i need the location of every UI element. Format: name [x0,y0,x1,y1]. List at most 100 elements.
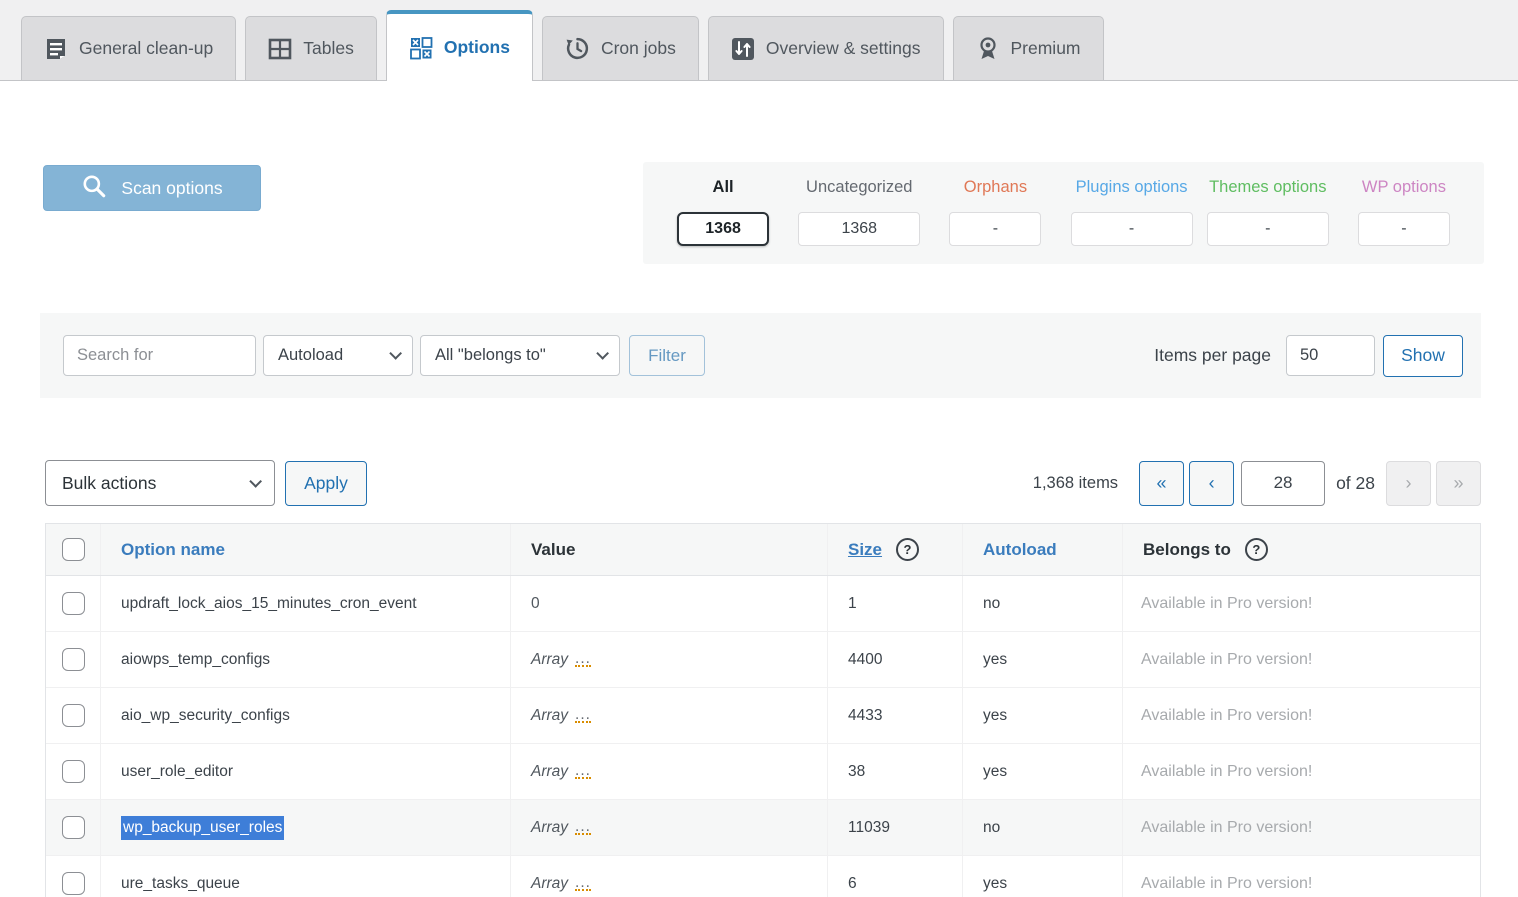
value-cell: Array... [511,856,828,897]
header-autoload[interactable]: Autoload [963,524,1123,575]
table-row: user_role_editor Array... 38 yes Availab… [46,744,1480,800]
next-page-button[interactable]: › [1386,461,1431,506]
size-cell: 6 [828,856,963,897]
category-label[interactable]: Orphans [964,178,1027,197]
row-checkbox[interactable] [62,816,85,839]
show-button[interactable]: Show [1383,335,1463,377]
autoload-cell: yes [963,744,1123,799]
category-count-orphans[interactable]: - [949,212,1041,246]
expand-value-link[interactable]: ... [575,709,591,723]
category-count-all[interactable]: 1368 [677,212,769,246]
size-cell: 4433 [828,688,963,743]
category-count-uncategorized[interactable]: 1368 [798,212,920,246]
row-checkbox-cell [46,576,101,631]
table-row: aio_wp_security_configs Array... 4433 ye… [46,688,1480,744]
first-page-button[interactable]: « [1139,461,1184,506]
bulk-actions-bar: Bulk actions Apply 1,368 items « ‹ 28 of… [45,459,1481,507]
option-name: updraft_lock_aios_15_minutes_cron_event [121,595,417,613]
value-cell: Array... [511,632,828,687]
tab-label: Overview & settings [766,38,921,59]
tab-label: Tables [303,38,354,59]
value-cell: Array... [511,800,828,855]
row-checkbox-cell [46,856,101,897]
chevron-down-icon [249,475,262,488]
value-cell: Array... [511,688,828,743]
option-name-cell: user_role_editor [101,744,511,799]
row-checkbox[interactable] [62,704,85,727]
option-value: Array [531,707,568,725]
category-count-plugins[interactable]: - [1071,212,1193,246]
filter-button[interactable]: Filter [629,335,705,376]
tab-premium[interactable]: Premium [953,16,1104,80]
tab-options[interactable]: Options [386,10,533,81]
apply-button[interactable]: Apply [285,461,367,506]
tab-bar: General clean-up Tables Options Cron job… [0,0,1518,81]
select-all-checkbox[interactable] [62,538,85,561]
expand-value-link[interactable]: ... [575,821,591,835]
option-value: Array [531,875,568,893]
category-count-wp[interactable]: - [1358,212,1450,246]
last-page-button[interactable]: » [1436,461,1481,506]
bulk-actions-select[interactable]: Bulk actions [45,460,275,506]
value-cell: Array... [511,744,828,799]
category-label[interactable]: Plugins options [1076,178,1188,197]
category-label[interactable]: WP options [1362,178,1446,197]
table-row: wp_backup_user_roles Array... 11039 no A… [46,800,1480,856]
row-checkbox[interactable] [62,872,85,895]
autoload-cell: yes [963,856,1123,897]
category-label[interactable]: Uncategorized [806,178,912,197]
option-name: user_role_editor [121,763,233,781]
header-size[interactable]: Size ? [828,524,963,575]
expand-value-link[interactable]: ... [575,765,591,779]
expand-value-link[interactable]: ... [575,877,591,891]
autoload-select[interactable]: Autoload [263,335,413,376]
header-belongs-to: Belongs to ? [1123,524,1480,575]
category-label[interactable]: All [713,178,734,197]
current-page-input[interactable]: 28 [1241,461,1325,506]
tab-label: Cron jobs [601,38,676,59]
row-checkbox[interactable] [62,648,85,671]
tab-general-clean-up[interactable]: General clean-up [21,16,236,80]
size-cell: 1 [828,576,963,631]
prev-page-button[interactable]: ‹ [1189,461,1234,506]
option-name-header-label[interactable]: Option name [121,540,225,560]
option-name-cell: wp_backup_user_roles [101,800,511,855]
category-label[interactable]: Themes options [1209,178,1326,197]
size-cell: 38 [828,744,963,799]
option-name-cell: aiowps_temp_configs [101,632,511,687]
items-count: 1,368 items [1033,474,1118,493]
size-header-label[interactable]: Size [848,540,882,560]
autoload-header-label[interactable]: Autoload [983,540,1057,560]
category-filter-panel: All 1368 Uncategorized 1368 Orphans - Pl… [643,162,1484,264]
table-grid-icon [268,37,292,61]
row-checkbox-cell [46,744,101,799]
category-plugins-options: Plugins options - [1064,178,1200,264]
size-help-icon[interactable]: ? [896,538,919,561]
belongs-to-cell: Available in Pro version! [1123,576,1480,631]
tab-tables[interactable]: Tables [245,16,377,80]
row-checkbox[interactable] [62,760,85,783]
belongs-to-cell: Available in Pro version! [1123,688,1480,743]
search-input[interactable]: Search for [63,335,256,376]
tab-overview-settings[interactable]: Overview & settings [708,16,944,80]
belongs-to-cell: Available in Pro version! [1123,744,1480,799]
belongs-to-select-value: All "belongs to" [435,346,546,365]
header-option-name[interactable]: Option name [101,524,511,575]
belongs-to-help-icon[interactable]: ? [1245,538,1268,561]
tab-label: Premium [1011,38,1081,59]
row-checkbox[interactable] [62,592,85,615]
category-count-themes[interactable]: - [1207,212,1329,246]
items-per-page-label: Items per page [1154,345,1271,366]
scan-options-label: Scan options [121,178,222,199]
option-value: Array [531,819,568,837]
table-row: updraft_lock_aios_15_minutes_cron_event … [46,576,1480,632]
option-value: Array [531,763,568,781]
award-ribbon-icon [976,37,1000,61]
scan-options-button[interactable]: Scan options [43,165,261,211]
items-per-page-input[interactable]: 50 [1286,335,1375,376]
total-pages-label: of 28 [1336,473,1375,494]
document-lines-icon [44,37,68,61]
belongs-to-select[interactable]: All "belongs to" [420,335,620,376]
tab-cron-jobs[interactable]: Cron jobs [542,16,699,80]
expand-value-link[interactable]: ... [575,653,591,667]
